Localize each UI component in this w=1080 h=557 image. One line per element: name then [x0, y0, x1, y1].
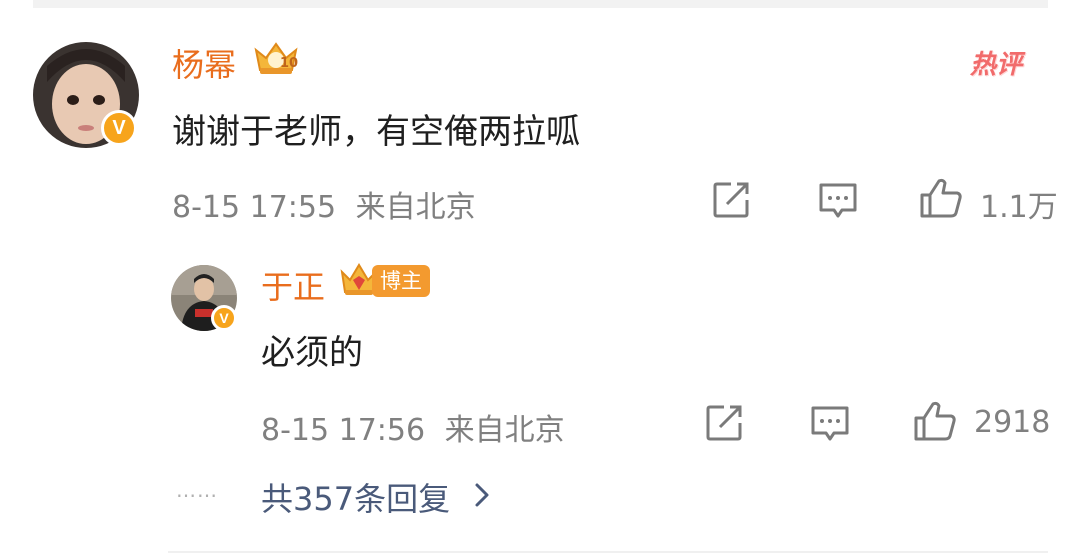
chevron-right-icon[interactable] — [474, 482, 490, 512]
reply-comment-icon[interactable] — [810, 405, 850, 447]
reply-share-icon[interactable] — [706, 405, 744, 445]
comment-location: 来自北京 — [355, 190, 476, 225]
top-divider — [33, 0, 1048, 8]
hot-comment-tag: 热评 — [970, 50, 1023, 80]
comment-meta-time: 8-15 17:55 来自北京 — [172, 182, 476, 226]
crown-icon: 10 — [252, 40, 300, 82]
bottom-divider — [168, 551, 1048, 553]
comment-text: 谢谢于老师，有空俺两拉呱 — [172, 112, 580, 152]
comment-time: 8-15 17:55 — [172, 190, 337, 225]
reply-meta-time: 8-15 17:56 来自北京 — [261, 405, 565, 449]
reply-text: 必须的 — [261, 333, 363, 373]
share-icon[interactable] — [713, 182, 751, 222]
verified-icon: V — [101, 110, 137, 146]
blogger-badge: 博主 — [372, 265, 430, 297]
comment-icon[interactable] — [818, 182, 858, 224]
reply-time: 8-15 17:56 — [261, 413, 426, 448]
like-icon[interactable] — [919, 177, 963, 223]
comment-author[interactable]: 杨幂 — [172, 40, 236, 86]
more-replies-link[interactable]: 共357条回复 — [261, 474, 450, 520]
reply-author[interactable]: 于正 — [261, 262, 325, 308]
reply-like-count: 2918 — [974, 405, 1051, 440]
level-badge-number: 10 — [280, 56, 299, 71]
more-replies-dots: …… — [176, 478, 218, 502]
reply-verified-icon: V — [211, 305, 237, 331]
reply-like-icon[interactable] — [913, 400, 957, 446]
reply-location: 来自北京 — [444, 413, 565, 448]
comment-like-count: 1.1万 — [980, 190, 1058, 225]
